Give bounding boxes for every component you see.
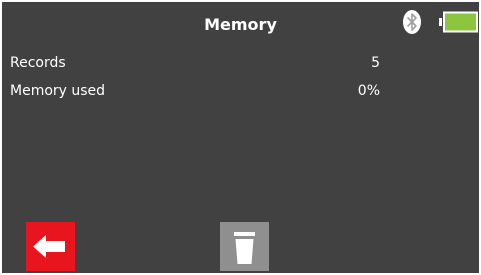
memory-screen: Memory Records 5 Memory used 0% — [2, 2, 479, 273]
memory-used-value: 0% — [357, 83, 380, 99]
records-value: 5 — [371, 55, 380, 71]
delete-button[interactable] — [220, 222, 269, 271]
title-bar: Memory — [2, 2, 479, 48]
back-button[interactable] — [26, 222, 75, 271]
trash-icon — [234, 232, 255, 264]
memory-used-row: Memory used 0% — [10, 83, 380, 103]
battery-icon — [439, 11, 478, 33]
memory-used-label: Memory used — [10, 83, 106, 99]
arrow-left-icon — [33, 235, 65, 258]
records-row: Records 5 — [10, 55, 380, 75]
bluetooth-icon — [403, 10, 421, 34]
records-label: Records — [10, 55, 66, 71]
